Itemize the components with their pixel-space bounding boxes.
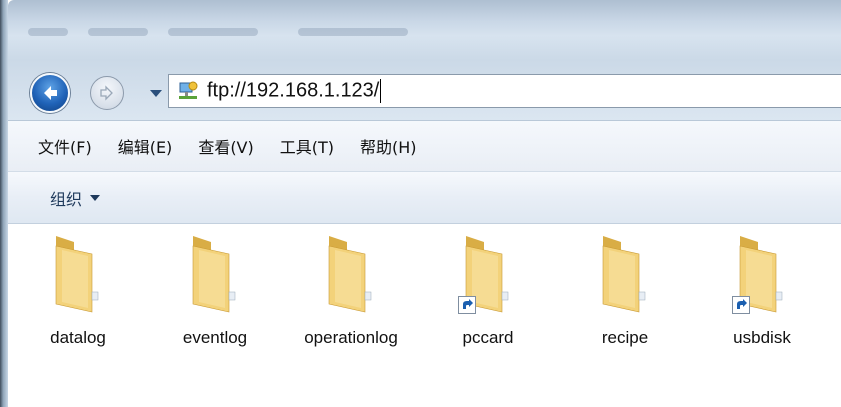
file-list: datalog eventlog operationlog pccard recipe u… [8,224,841,407]
file-name: operationlog [304,328,398,347]
recent-pages-dropdown[interactable] [150,90,162,97]
forward-arrow-icon [100,85,113,101]
folder-icon [48,232,108,316]
menu-bar: 文件(F) 编辑(E) 查看(V) 工具(T) 帮助(H) [8,120,841,172]
explorer-window: ftp://192.168.1.123/ 文件(F) 编辑(E) 查看(V) 工… [0,0,841,407]
address-bar[interactable]: ftp://192.168.1.123/ [168,74,841,108]
shortcut-arrow-icon [732,296,750,314]
command-bar: 组织 [8,172,841,224]
file-item[interactable]: datalog [18,232,138,352]
blurred-title-fragment [298,28,408,36]
back-button[interactable] [30,73,70,113]
folder-icon [321,232,381,316]
ftp-network-icon [177,80,199,102]
file-item[interactable]: operationlog [291,232,411,352]
folder-icon [458,232,518,316]
folder-icon [185,232,245,316]
file-name: datalog [50,328,106,347]
file-item[interactable]: recipe [565,232,685,352]
window-border [0,0,8,407]
menu-file[interactable]: 文件(F) [38,134,92,158]
text-caret [380,79,382,103]
forward-button[interactable] [90,76,124,110]
file-name: usbdisk [733,328,791,347]
file-item[interactable]: eventlog [155,232,275,352]
blurred-title-fragment [28,28,68,36]
organize-button[interactable]: 组织 [50,186,101,210]
menu-view[interactable]: 查看(V) [198,134,253,158]
menu-help[interactable]: 帮助(H) [360,134,417,158]
folder-icon [595,232,655,316]
file-name: pccard [462,328,514,347]
folder-icon [732,232,792,316]
back-arrow-icon [44,86,57,100]
shortcut-arrow-icon [458,296,476,314]
organize-label: 组织 [50,189,83,209]
address-text[interactable]: ftp://192.168.1.123/ [207,79,807,103]
blurred-title-fragment [88,28,148,36]
title-bar [8,0,841,60]
file-name: eventlog [182,328,248,347]
navigation-bar: ftp://192.168.1.123/ [8,60,841,120]
file-name: recipe [601,328,649,347]
menu-edit[interactable]: 编辑(E) [118,134,173,158]
menu-tools[interactable]: 工具(T) [280,134,334,158]
file-item[interactable]: usbdisk [702,232,822,352]
file-item[interactable]: pccard [428,232,548,352]
dropdown-arrow-icon [90,194,101,201]
blurred-title-fragment [168,28,258,36]
